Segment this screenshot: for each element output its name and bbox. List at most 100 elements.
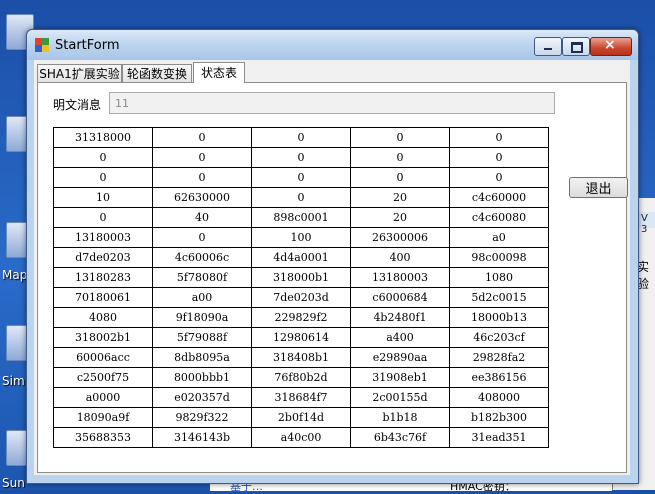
table-cell: 0 — [350, 147, 450, 168]
table-row: 35688353 3146143b a40c00 6b43c76f 31ead351 — [53, 427, 549, 448]
table-cell: e29890aa — [350, 347, 450, 368]
table-row: d7de0203 4c60006c 4d4a0001 400 98c00098 — [53, 247, 549, 268]
background-window-text: 实验 — [637, 260, 650, 291]
table-cell: 0 — [449, 167, 549, 188]
tab-state-table[interactable]: 状态表 — [193, 62, 245, 83]
table-row: 18090a9f 9829f322 2b0f14d b1b18 b182b300 — [53, 407, 549, 428]
table-row: 4080 9f18090a 229829f2 4b2480f1 18000b13 — [53, 307, 549, 328]
table-cell: 12980614 — [251, 327, 351, 348]
exit-button[interactable]: 退出 — [569, 177, 628, 198]
table-cell: 318408b1 — [251, 347, 351, 368]
table-cell: 9f18090a — [152, 307, 252, 328]
table-cell: 4d4a0001 — [251, 247, 351, 268]
table-cell: 20 — [350, 207, 450, 228]
table-cell: 3146143b — [152, 427, 252, 448]
table-cell: 4b2480f1 — [350, 307, 450, 328]
table-row: 0 40 898c0001 20 c4c60080 — [53, 207, 549, 228]
table-cell: 31ead351 — [449, 427, 549, 448]
table-cell: c6000684 — [350, 287, 450, 308]
table-cell: ee386156 — [449, 367, 549, 388]
table-cell: b182b300 — [449, 407, 549, 428]
table-cell: 229829f2 — [251, 307, 351, 328]
table-cell: c4c60080 — [449, 207, 549, 228]
table-row: c2500f75 8000bbb1 76f80b2d 31908eb1 ee386156 — [53, 367, 549, 388]
table-cell: 318000b1 — [251, 267, 351, 288]
table-cell: a400 — [350, 327, 450, 348]
table-cell: 2b0f14d — [251, 407, 351, 428]
table-cell: 29828fa2 — [449, 347, 549, 368]
title-bar[interactable]: StartForm × — [27, 30, 638, 60]
app-icon — [35, 38, 49, 52]
table-row: a0000 e020357d 318684f7 2c00155d 408000 — [53, 387, 549, 408]
table-cell: a0000 — [53, 387, 153, 408]
table-cell: 0 — [251, 127, 351, 148]
table-cell: 5f78080f — [152, 267, 252, 288]
table-cell: 18090a9f — [53, 407, 153, 428]
table-cell: 318002b1 — [53, 327, 153, 348]
table-row: 00000 — [53, 147, 549, 168]
table-cell: 26300006 — [350, 227, 450, 248]
table-cell: 7de0203d — [251, 287, 351, 308]
table-cell: 2c00155d — [350, 387, 450, 408]
table-cell: 0 — [152, 147, 252, 168]
table-cell: 62630000 — [152, 187, 252, 208]
table-cell: 10 — [53, 187, 153, 208]
table-row: 318002b1 5f79088f 12980614 a400 46c203cf — [53, 327, 549, 348]
table-cell: 0 — [449, 127, 549, 148]
table-cell: e020357d — [152, 387, 252, 408]
table-cell: 13180003 — [53, 227, 153, 248]
table-cell: 70180061 — [53, 287, 153, 308]
table-cell: 31318000 — [53, 127, 153, 148]
table-row: 60006acc 8db8095a 318408b1 e29890aa 29828fa2 — [53, 347, 549, 368]
table-cell: 0 — [53, 207, 153, 228]
table-cell: 0 — [152, 227, 252, 248]
table-cell: 318684f7 — [251, 387, 351, 408]
tab-sha1-extension[interactable]: SHA1扩展实验 — [37, 64, 122, 82]
table-cell: 408000 — [449, 387, 549, 408]
desktop-icon-label: Map — [2, 268, 28, 282]
table-cell: 0 — [350, 167, 450, 188]
table-cell: b1b18 — [350, 407, 450, 428]
plaintext-label: 明文消息 — [53, 98, 102, 112]
close-button[interactable]: × — [590, 37, 632, 56]
desktop-icon-label: Sun — [2, 476, 25, 490]
table-cell: 40 — [152, 207, 252, 228]
table-cell: 5f79088f — [152, 327, 252, 348]
table-cell: a00 — [152, 287, 252, 308]
table-cell: 98c00098 — [449, 247, 549, 268]
table-row: 10 62630000 0 20 c4c60000 — [53, 187, 549, 208]
close-icon: × — [604, 37, 616, 53]
table-cell: 4c60006c — [152, 247, 252, 268]
table-cell: a40c00 — [251, 427, 351, 448]
plaintext-input[interactable] — [109, 92, 555, 114]
table-cell: 0 — [53, 167, 153, 188]
table-cell: c2500f75 — [53, 367, 153, 388]
table-cell: c4c60000 — [449, 187, 549, 208]
table-cell: 46c203cf — [449, 327, 549, 348]
table-cell: 6b43c76f — [350, 427, 450, 448]
minimize-button[interactable] — [534, 37, 562, 56]
table-cell: 0 — [449, 147, 549, 168]
table-cell: 100 — [251, 227, 351, 248]
table-row: 13180283 5f78080f 318000b1 13180003 1080 — [53, 267, 549, 288]
table-cell: 13180283 — [53, 267, 153, 288]
table-row: 70180061 a00 7de0203d c6000684 5d2c0015 — [53, 287, 549, 308]
table-cell: 31908eb1 — [350, 367, 450, 388]
table-cell: 76f80b2d — [251, 367, 351, 388]
state-table-panel: 明文消息 31318000000000000000001062630000020… — [37, 82, 628, 473]
table-row: 31318000 0 0 0 0 — [53, 127, 549, 148]
table-cell: 35688353 — [53, 427, 153, 448]
table-cell: 400 — [350, 247, 450, 268]
desktop-icon-label: Sim — [2, 374, 25, 388]
table-cell: 8000bbb1 — [152, 367, 252, 388]
table-cell: a0 — [449, 227, 549, 248]
table-cell: 13180003 — [350, 267, 450, 288]
client-area: SHA1扩展实验 轮函数变换 状态表 明文消息 3131800000000000… — [34, 60, 630, 475]
table-row: 13180003 0 100 26300006 a0 — [53, 227, 549, 248]
table-cell: 1080 — [449, 267, 549, 288]
table-cell: 5d2c0015 — [449, 287, 549, 308]
tab-round-function[interactable]: 轮函数变换 — [122, 64, 192, 82]
maximize-button[interactable] — [562, 37, 590, 56]
table-cell: 0 — [53, 147, 153, 168]
table-cell: 20 — [350, 187, 450, 208]
